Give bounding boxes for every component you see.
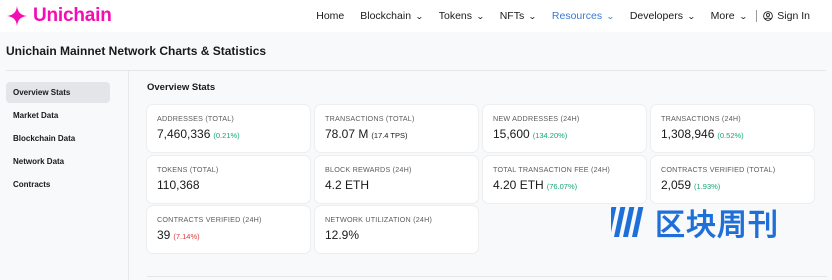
stat-change: (134.20%) [532, 131, 568, 140]
stat-card-addresses-total: ADDRESSES (TOTAL) 7,460,336 (0.21%) [147, 105, 310, 152]
stat-value-row: 39 (7.14%) [157, 228, 300, 242]
stat-value-row: 4.2 ETH [325, 178, 468, 192]
sign-in-label: Sign In [777, 10, 810, 22]
title-divider [6, 70, 826, 71]
brand-name: Unichain [33, 5, 112, 26]
stat-card-tokens-total: TOKENS (TOTAL) 110,368 [147, 156, 310, 203]
sidebar-item-network-data[interactable]: Network Data [6, 151, 110, 172]
nav-tokens-label: Tokens [438, 10, 473, 22]
nav-tokens[interactable]: Tokens ⌄ [438, 10, 485, 22]
stat-value-row: 7,460,336 (0.21%) [157, 127, 300, 141]
main-nav: Home Blockchain ⌄ Tokens ⌄ NFTs ⌄ Resour… [300, 0, 810, 32]
nav-home-label: Home [316, 10, 345, 22]
watermark-logo: 区块周刊 [611, 200, 779, 244]
stat-label: NEW ADDRESSES (24H) [493, 114, 580, 123]
stat-label: TOKENS (TOTAL) [157, 165, 219, 174]
stat-value: 15,600 [493, 127, 530, 141]
unichain-sparkle-icon [6, 5, 28, 27]
watermark-text: 区块周刊 [655, 208, 779, 243]
section-title: Overview Stats [147, 82, 216, 93]
nav-resources-label: Resources [551, 10, 603, 22]
stat-value-row: 1,308,946 (0.52%) [661, 127, 804, 141]
stat-label: ADDRESSES (TOTAL) [157, 114, 235, 123]
stat-change: (0.52%) [717, 131, 744, 140]
nav-divider [756, 10, 758, 22]
nav-resources[interactable]: Resources ⌄ [551, 10, 615, 22]
stat-label: TRANSACTIONS (24H) [661, 114, 741, 123]
stat-value-row: 12.9% [325, 228, 468, 242]
chevron-down-icon: ⌄ [686, 11, 696, 21]
sidebar-divider [128, 70, 129, 280]
stat-card-new-addresses-24h: NEW ADDRESSES (24H) 15,600 (134.20%) [483, 105, 646, 152]
nav-nfts-label: NFTs [499, 10, 525, 22]
nav-home[interactable]: Home [316, 10, 344, 22]
top-header: Unichain Home Blockchain ⌄ Tokens ⌄ NFTs… [0, 0, 832, 32]
chevron-down-icon: ⌄ [738, 11, 748, 21]
chevron-down-icon: ⌄ [476, 11, 485, 21]
stat-card-block-rewards-24h: BLOCK REWARDS (24H) 4.2 ETH [315, 156, 478, 203]
stat-card-transactions-total: TRANSACTIONS (TOTAL) 78.07 M (17.4 TPS) [315, 105, 478, 152]
stat-card-contracts-verified-total: CONTRACTS VERIFIED (TOTAL) 2,059 (1.93%) [651, 156, 814, 203]
stat-value: 2,059 [661, 178, 692, 192]
stat-card-network-utilization-24h: NETWORK UTILIZATION (24H) 12.9% [315, 206, 478, 253]
nav-developers-label: Developers [629, 10, 683, 22]
stat-label: BLOCK REWARDS (24H) [325, 165, 412, 174]
stat-label: NETWORK UTILIZATION (24H) [325, 215, 433, 224]
stat-value: 12.9% [325, 228, 360, 242]
stat-label: TRANSACTIONS (TOTAL) [325, 114, 415, 123]
nav-more[interactable]: More ⌄ [710, 10, 748, 22]
stat-value: 78.07 M [325, 127, 369, 141]
chevron-down-icon: ⌄ [606, 11, 615, 21]
stat-value-row: 2,059 (1.93%) [661, 178, 804, 192]
nav-nfts[interactable]: NFTs ⌄ [499, 10, 537, 22]
sidebar-item-market-data[interactable]: Market Data [6, 105, 110, 126]
bottom-divider [147, 276, 827, 277]
sidebar-item-overview-stats[interactable]: Overview Stats [6, 82, 110, 103]
stat-value-row: 15,600 (134.20%) [493, 127, 636, 141]
stat-value: 39 [157, 228, 171, 242]
stat-value: 4.20 ETH [493, 178, 544, 192]
stat-change: (7.14%) [173, 232, 200, 241]
stat-card-contracts-verified-24h: CONTRACTS VERIFIED (24H) 39 (7.14%) [147, 206, 310, 253]
stat-value-row: 4.20 ETH (76.07%) [493, 178, 636, 192]
stats-sidebar: Overview Stats Market Data Blockchain Da… [6, 82, 110, 197]
sidebar-item-contracts[interactable]: Contracts [6, 174, 110, 195]
stat-card-transactions-24h: TRANSACTIONS (24H) 1,308,946 (0.52%) [651, 105, 814, 152]
stat-card-total-transaction-fee-24h: TOTAL TRANSACTION FEE (24H) 4.20 ETH (76.… [483, 156, 646, 203]
stat-value: 4.2 ETH [325, 178, 370, 192]
user-circle-icon [763, 11, 774, 21]
chevron-down-icon: ⌄ [528, 11, 537, 21]
sign-in-link[interactable]: Sign In [763, 10, 810, 22]
brand-logo[interactable]: Unichain [6, 5, 112, 27]
stat-value: 110,368 [157, 178, 200, 192]
watermark-bars-icon [611, 207, 644, 237]
stat-change: (1.93%) [694, 182, 721, 191]
stat-change: (0.21%) [213, 131, 240, 140]
nav-blockchain[interactable]: Blockchain ⌄ [360, 10, 424, 22]
stat-value-row: 110,368 [157, 178, 300, 192]
chevron-down-icon: ⌄ [415, 11, 424, 21]
page-title: Unichain Mainnet Network Charts & Statis… [6, 44, 267, 58]
stat-value: 7,460,336 [157, 127, 211, 141]
stat-label: TOTAL TRANSACTION FEE (24H) [493, 165, 610, 174]
nav-more-label: More [710, 10, 735, 22]
stat-label: CONTRACTS VERIFIED (TOTAL) [661, 165, 776, 174]
stat-label: CONTRACTS VERIFIED (24H) [157, 215, 262, 224]
stat-change: (76.07%) [546, 182, 578, 191]
stat-value-row: 78.07 M (17.4 TPS) [325, 127, 468, 141]
stat-tps: (17.4 TPS) [371, 131, 408, 140]
nav-blockchain-label: Blockchain [360, 10, 412, 22]
sidebar-item-blockchain-data[interactable]: Blockchain Data [6, 128, 110, 149]
nav-developers[interactable]: Developers ⌄ [629, 10, 696, 22]
stat-value: 1,308,946 [661, 127, 715, 141]
